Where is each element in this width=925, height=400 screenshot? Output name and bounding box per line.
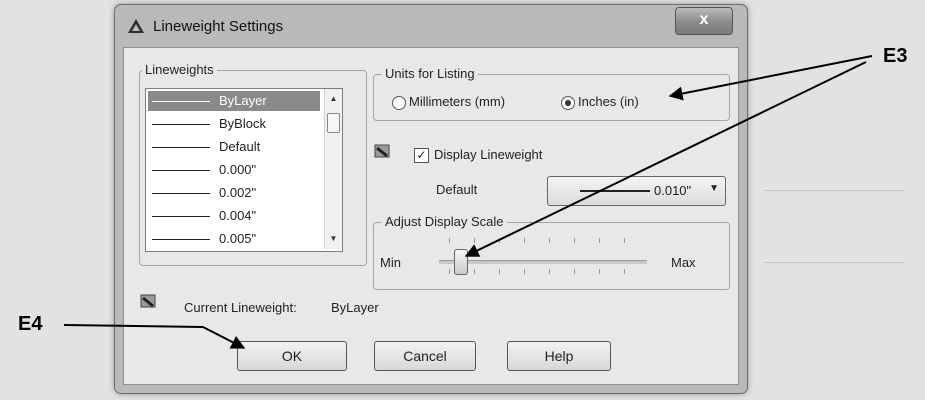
callout-arrow — [202, 326, 246, 349]
callout-arrow — [668, 55, 873, 101]
callout-arrow — [464, 61, 867, 257]
callout-arrow — [63, 324, 204, 328]
callout-arrows — [63, 55, 873, 349]
